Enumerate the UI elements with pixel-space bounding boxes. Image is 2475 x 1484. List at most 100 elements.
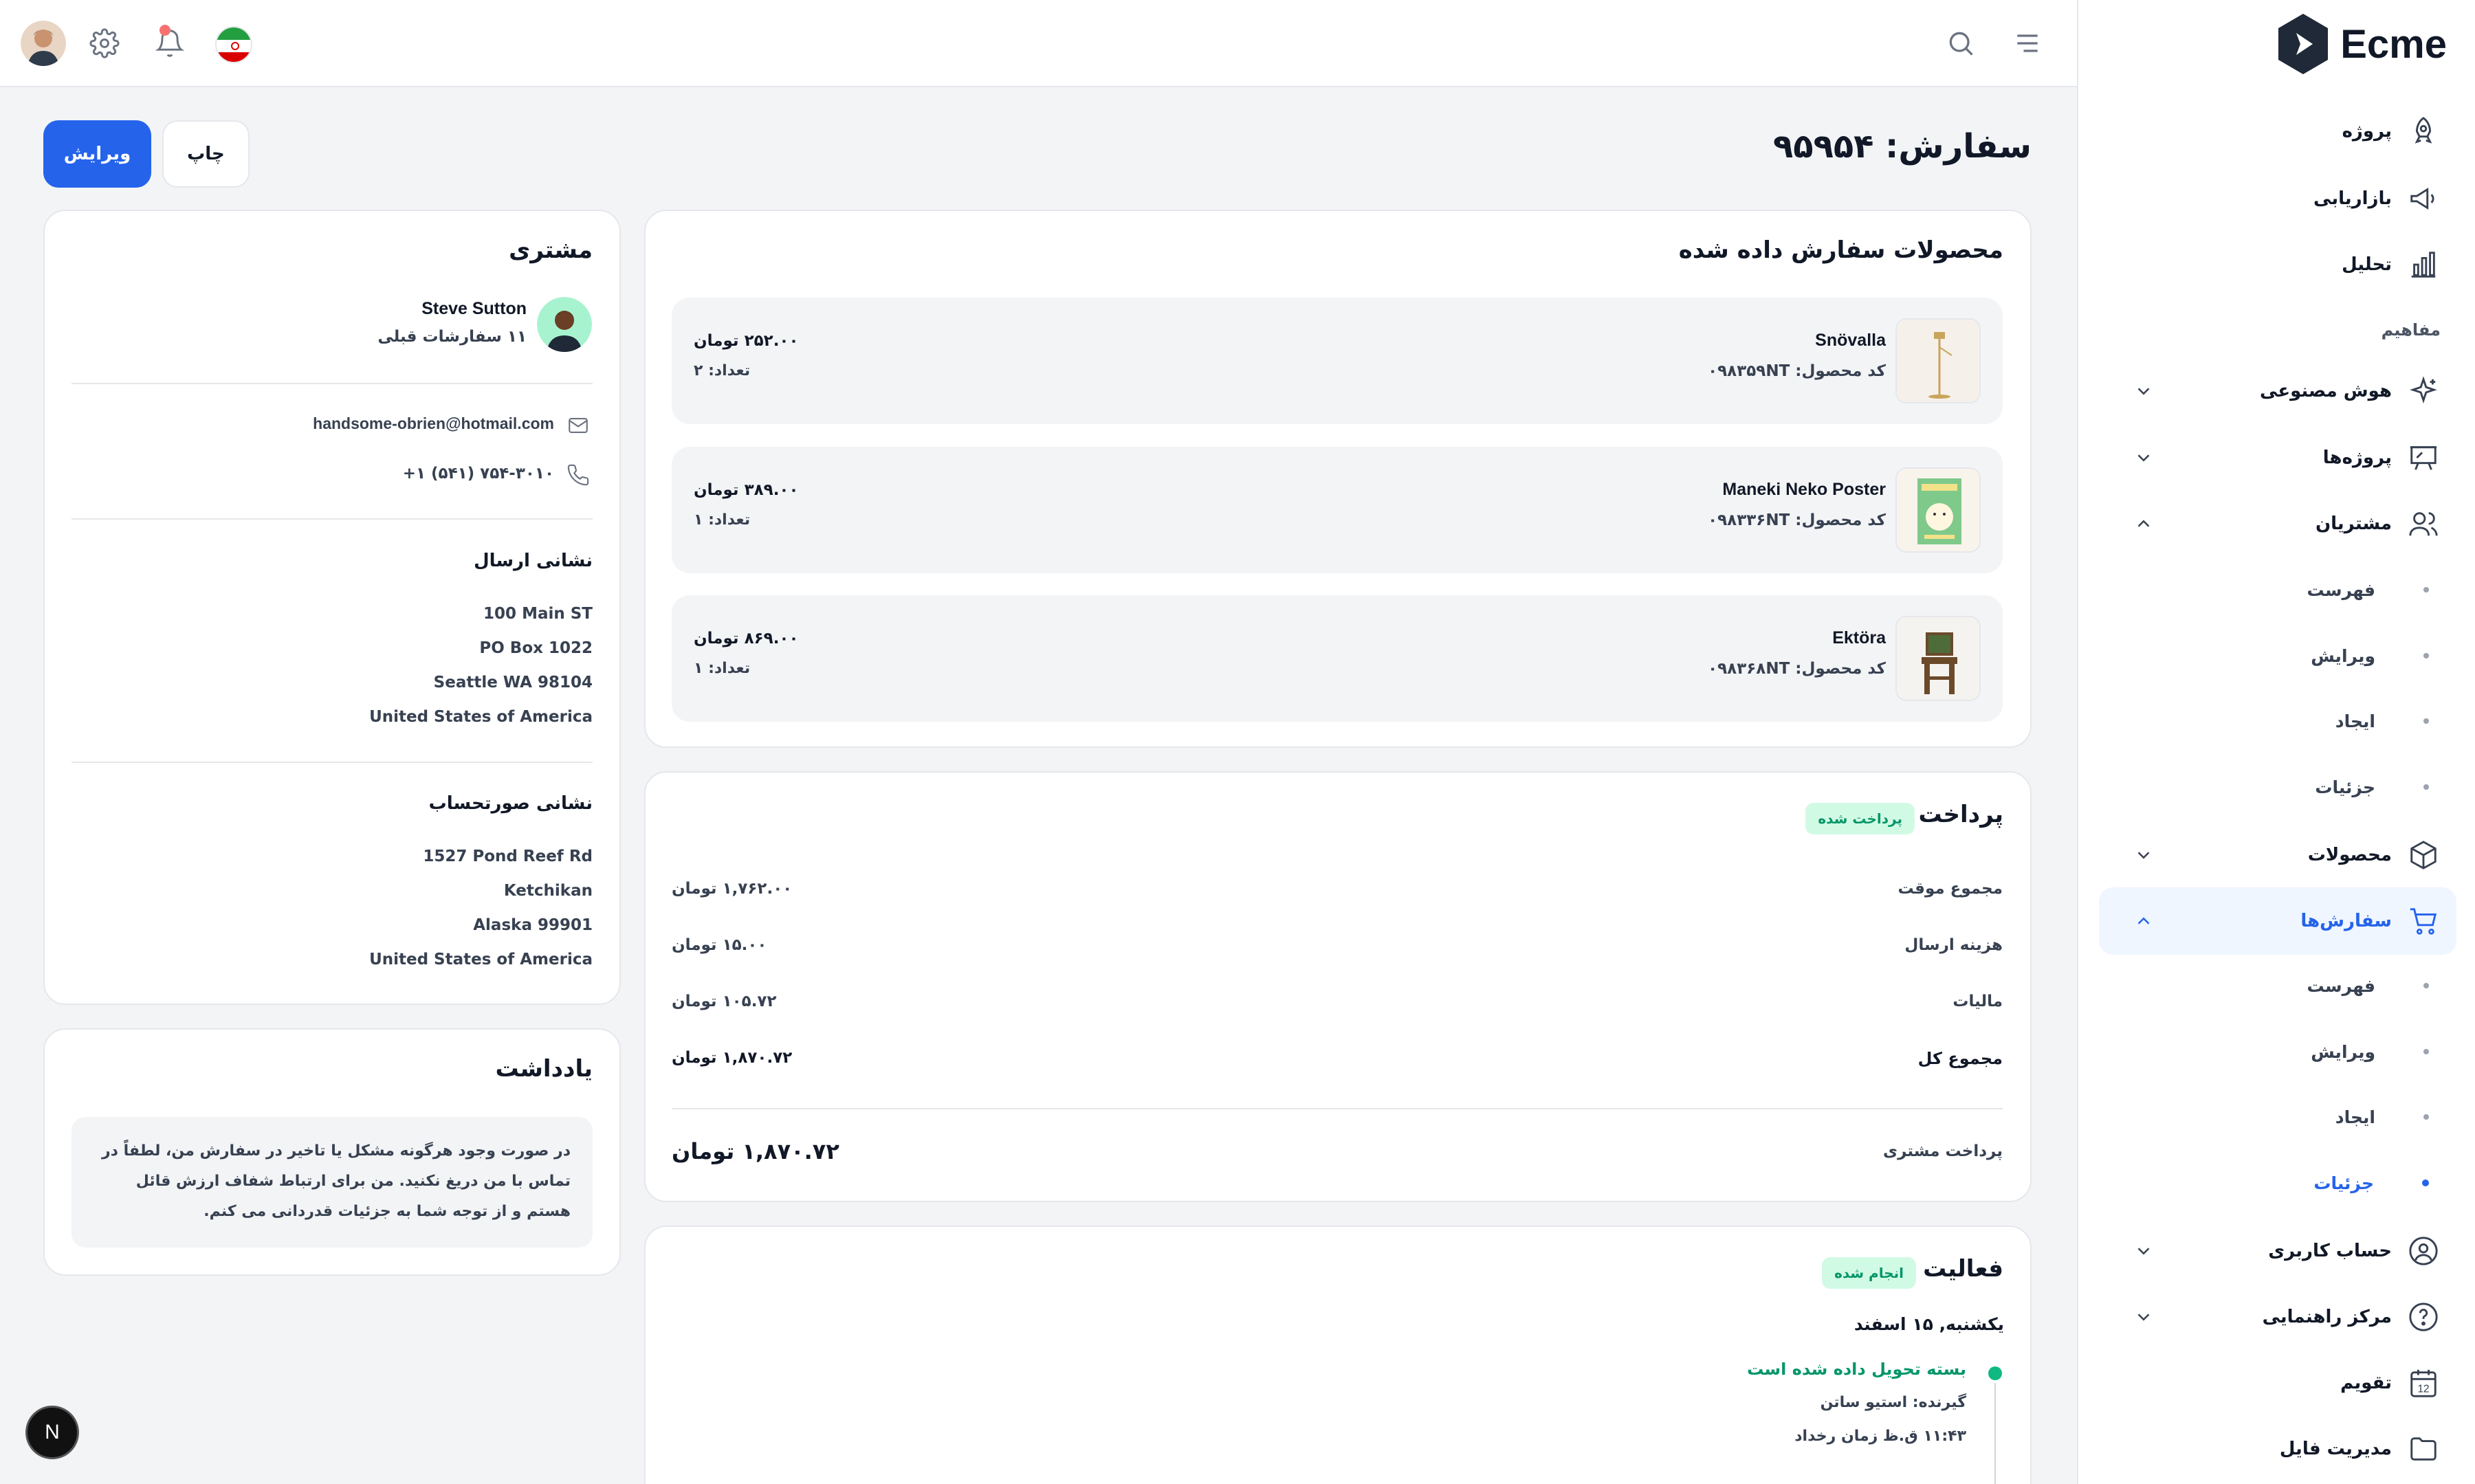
payment-title: پرداخت	[1918, 801, 2003, 828]
bullet-dot	[2423, 1114, 2429, 1120]
customer-title: مشتری	[509, 236, 593, 264]
note-text: در صورت وجود هرگونه مشکل یا تاخیر در سفا…	[102, 1142, 571, 1220]
shipping-address-line: United States of America	[369, 708, 593, 726]
activity-event-title: بسته تحویل داده شده است	[1747, 1360, 1966, 1379]
subtotal-label: مجموع موقت	[1898, 880, 2003, 898]
print-button[interactable]: چاپ	[162, 120, 250, 188]
sidebar-item-label: تحلیل	[2342, 254, 2392, 275]
sidebar-subitem-orders-edit[interactable]: ویرایش	[2099, 1024, 2456, 1079]
shipping-address-line: PO Box 1022	[479, 639, 593, 657]
note-title: یادداشت	[495, 1055, 593, 1083]
product-name: Maneki Neko Poster	[1722, 480, 1886, 499]
sidebar-subitem-label: فهرست	[2307, 579, 2375, 600]
bullet-dot	[2423, 653, 2429, 658]
shipping-address-title: نشانی ارسال	[474, 551, 593, 571]
settings-gear-icon[interactable]	[82, 21, 126, 65]
page-title: سفارش: ۹۵۹۵۴	[1772, 127, 2032, 166]
sidebar-item-orders[interactable]: سفارش‌ها	[2099, 887, 2456, 955]
user-circle-icon	[2404, 1232, 2443, 1270]
sidebar-subitem-label: ویرایش	[2311, 1041, 2375, 1062]
tax-row: مالیات ۱۰۵.۷۲ تومان	[672, 993, 2003, 1020]
sidebar-item-label: محصولات	[2307, 845, 2392, 865]
sidebar-item-label: مشتریان	[2315, 513, 2392, 534]
chevron-down-icon	[2137, 1248, 2150, 1255]
product-row[interactable]: Maneki Neko Poster کد محصول: ۰۹۸۳۳۶NT ۳۸…	[672, 447, 2003, 573]
cart-icon	[2404, 902, 2443, 940]
email-icon	[566, 414, 590, 437]
bullet-dot	[2423, 718, 2429, 724]
chair-image	[1895, 616, 1981, 701]
floor-lamp-image	[1895, 318, 1981, 403]
subtotal-value: ۱,۷۶۲.۰۰ تومان	[672, 880, 793, 898]
nextjs-dev-button[interactable]: N	[25, 1406, 79, 1459]
sidebar-subitem-label: جزئیات	[2313, 1173, 2374, 1193]
bullet-dot	[2423, 784, 2429, 790]
product-row[interactable]: Snövalla کد محصول: ۰۹۸۳۵۹NT ۲۵۲.۰۰ تومان…	[672, 298, 2003, 424]
bullet-dot	[2423, 983, 2429, 988]
activity-title: فعالیت	[1923, 1255, 2003, 1283]
product-code: کد محصول: ۰۹۸۳۵۹NT	[1708, 362, 1886, 380]
sidebar-item-help-center[interactable]: مرکز راهنمایی	[2099, 1283, 2456, 1351]
chevron-down-icon	[2137, 388, 2150, 395]
bullet-dot	[2422, 1180, 2429, 1186]
activity-event-recipient: گیرنده: استیو ساتن	[1820, 1394, 1966, 1411]
sidebar-item-label: پروژه‌ها	[2322, 447, 2392, 468]
bullet-dot	[2423, 1049, 2429, 1054]
chevron-down-icon	[2137, 852, 2150, 859]
sidebar-item-file-manager[interactable]: مدیریت فایل	[2099, 1415, 2456, 1483]
folder-icon	[2404, 1430, 2443, 1468]
sidebar-item-customers[interactable]: مشتریان	[2099, 490, 2456, 557]
calendar-icon: 12	[2404, 1364, 2443, 1402]
product-price: ۸۶۹.۰۰ تومان	[694, 630, 799, 647]
sidebar-item-projects[interactable]: پروژه‌ها	[2099, 424, 2456, 491]
rocket-icon	[2404, 112, 2443, 151]
sidebar-item-project[interactable]: پروژه	[2099, 98, 2456, 165]
customer-avatar[interactable]	[537, 297, 592, 352]
bullet-dot	[2423, 587, 2429, 593]
customer-divider	[72, 762, 593, 763]
sidebar-item-ai[interactable]: هوش مصنوعی	[2099, 357, 2456, 425]
sidebar-subitem-orders-create[interactable]: ایجاد	[2099, 1089, 2456, 1144]
sidebar-item-analytics[interactable]: تحلیل	[2099, 231, 2456, 298]
product-row[interactable]: Ektöra کد محصول: ۰۹۸۳۶۸NT ۸۶۹.۰۰ تومان ت…	[672, 595, 2003, 722]
box-icon	[2404, 836, 2443, 874]
sidebar-subitem-orders-details[interactable]: جزئیات	[2099, 1155, 2456, 1210]
customer-email[interactable]: handsome-obrien@hotmail.com	[313, 414, 554, 433]
sidebar-subitem-customers-edit[interactable]: ویرایش	[2099, 628, 2456, 683]
megaphone-icon	[2404, 179, 2443, 218]
app-logo[interactable]: Ecme	[2276, 12, 2447, 76]
edit-button[interactable]: ویرایش	[43, 120, 151, 188]
sidebar-item-label: تقویم	[2340, 1373, 2392, 1393]
sidebar-item-marketing[interactable]: بازاریابی	[2099, 165, 2456, 232]
menu-toggle-icon[interactable]	[2005, 21, 2049, 65]
product-quantity: تعداد: ۱	[694, 511, 751, 529]
user-avatar[interactable]	[21, 21, 66, 66]
activity-status-badge: انجام شده	[1822, 1257, 1916, 1289]
sidebar: Ecme پروژه بازاریابی تحلیل مفاهیم هوش مص…	[2077, 0, 2475, 1484]
chevron-up-icon	[2137, 917, 2150, 924]
customer-phone[interactable]: +۱ (۵۴۱) ۷۵۴-۳۰۱۰	[403, 465, 554, 483]
sidebar-subitem-orders-list[interactable]: فهرست	[2099, 958, 2456, 1013]
product-quantity: تعداد: ۲	[694, 362, 751, 379]
top-header	[0, 0, 2077, 87]
shipping-address-line: 100 Main ST	[483, 605, 593, 623]
product-code: کد محصول: ۰۹۸۳۳۶NT	[1708, 511, 1886, 529]
sidebar-subitem-customers-details[interactable]: جزئیات	[2099, 760, 2456, 815]
customer-paid-row: پرداخت مشتری ۱,۸۷۰.۷۲ تومان	[672, 1138, 2003, 1173]
tax-label: مالیات	[1952, 993, 2003, 1010]
sidebar-subitem-label: ایجاد	[2335, 1107, 2375, 1127]
sidebar-item-account[interactable]: حساب کاربری	[2099, 1217, 2456, 1285]
chevron-down-icon	[2137, 1314, 2150, 1321]
note-box: در صورت وجود هرگونه مشکل یا تاخیر در سفا…	[72, 1117, 593, 1248]
billing-address-line: Alaska 99901	[473, 916, 593, 934]
sidebar-item-calendar[interactable]: 12 تقویم	[2099, 1349, 2456, 1417]
sidebar-subitem-customers-create[interactable]: ایجاد	[2099, 694, 2456, 749]
sidebar-subitem-customers-list[interactable]: فهرست	[2099, 562, 2456, 617]
product-name: Snövalla	[1815, 331, 1886, 350]
customer-name[interactable]: Steve Sutton	[421, 299, 527, 319]
tax-value: ۱۰۵.۷۲ تومان	[672, 993, 777, 1010]
iran-flag-icon[interactable]	[215, 26, 252, 63]
search-icon[interactable]	[1939, 21, 1983, 65]
product-price: ۲۵۲.۰۰ تومان	[694, 332, 799, 350]
sidebar-item-products[interactable]: محصولات	[2099, 821, 2456, 889]
